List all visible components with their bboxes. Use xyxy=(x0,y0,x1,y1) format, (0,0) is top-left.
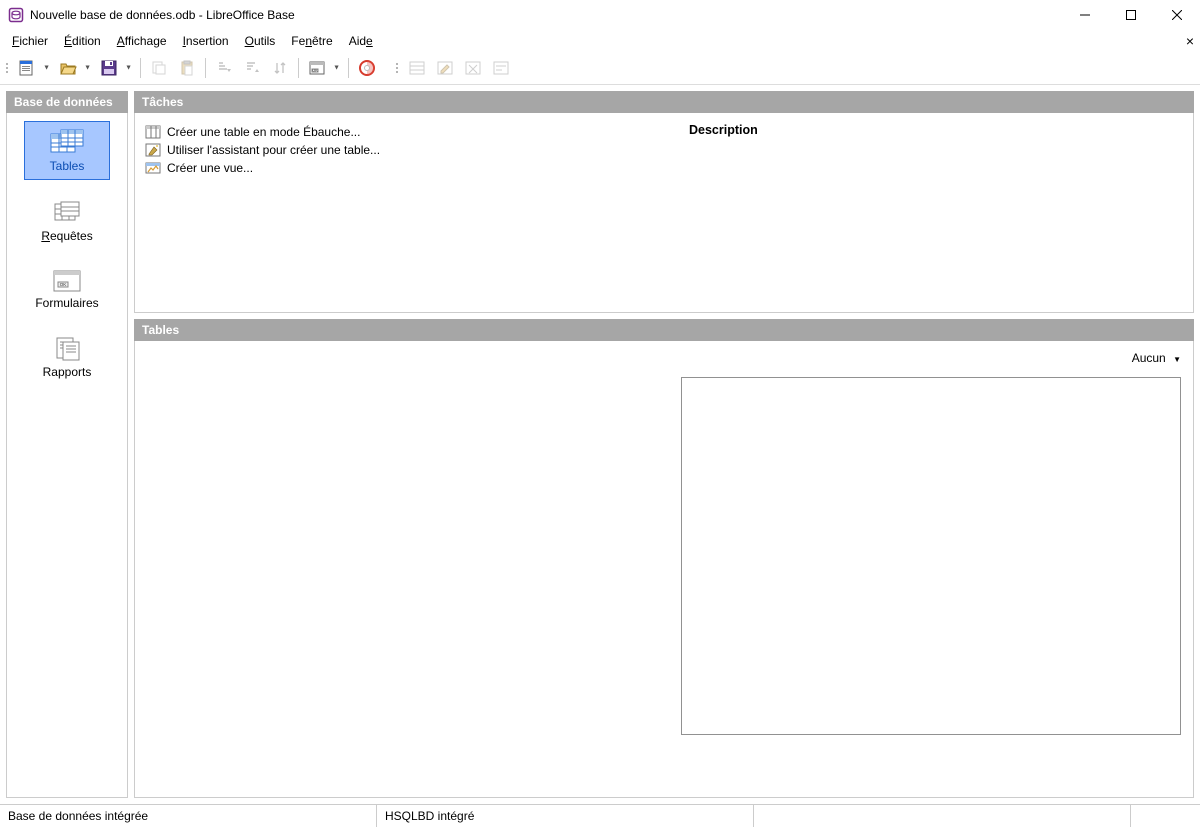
window-title: Nouvelle base de données.odb - LibreOffi… xyxy=(30,8,295,22)
status-empty xyxy=(754,805,1131,827)
table-design-icon xyxy=(145,124,161,140)
toolbar-grip-icon xyxy=(396,58,400,78)
menu-view[interactable]: Affichage xyxy=(109,32,175,50)
window-minimize-button[interactable] xyxy=(1062,0,1108,30)
window-maximize-button[interactable] xyxy=(1108,0,1154,30)
dropdown-arrow-icon: ▼ xyxy=(1173,355,1181,364)
sort-button[interactable] xyxy=(267,55,293,81)
document-close-button[interactable]: × xyxy=(1186,34,1194,48)
dropdown-arrow-icon: ▼ xyxy=(43,65,50,72)
tables-panel: Tables Aucun ▼ xyxy=(134,319,1194,798)
save-button[interactable]: ▼ xyxy=(96,55,135,81)
form-button[interactable]: OK ▼ xyxy=(304,55,343,81)
database-sidebar: Base de données Tables xyxy=(6,91,128,798)
reports-icon xyxy=(53,336,81,362)
new-table-button[interactable] xyxy=(404,55,430,81)
edit-button[interactable] xyxy=(432,55,458,81)
delete-button[interactable] xyxy=(460,55,486,81)
tasks-header: Tâches xyxy=(134,91,1194,113)
queries-icon xyxy=(51,200,83,226)
sidebar-item-label: Requêtes xyxy=(41,229,92,243)
svg-text:OK: OK xyxy=(312,68,318,73)
tasks-panel: Tâches Créer une table en mode Ébauche..… xyxy=(134,91,1194,313)
preview-mode-label: Aucun xyxy=(1132,351,1166,365)
task-create-table-design[interactable]: Créer une table en mode Ébauche... xyxy=(145,123,665,141)
help-button[interactable] xyxy=(354,55,380,81)
tables-icon xyxy=(49,128,85,156)
new-button[interactable]: ▼ xyxy=(14,55,53,81)
menu-help[interactable]: Aide xyxy=(341,32,381,50)
view-icon xyxy=(145,160,161,176)
window-close-button[interactable] xyxy=(1154,0,1200,30)
task-label: Créer une table en mode Ébauche... xyxy=(167,125,360,139)
toolbar: ▼ ▼ ▼ OK ▼ xyxy=(0,52,1200,85)
menu-edit[interactable]: Édition xyxy=(56,32,109,50)
menu-window[interactable]: Fenêtre xyxy=(283,32,340,50)
rename-button[interactable] xyxy=(488,55,514,81)
toolbar-grip-icon xyxy=(6,58,10,78)
preview-area xyxy=(681,377,1181,735)
task-create-table-wizard[interactable]: Utiliser l'assistant pour créer une tabl… xyxy=(145,141,665,159)
sort-asc-button[interactable] xyxy=(211,55,237,81)
sidebar-header: Base de données xyxy=(6,91,128,113)
dropdown-arrow-icon: ▼ xyxy=(84,65,91,72)
forms-icon: OK xyxy=(52,269,82,293)
sidebar-item-label: Formulaires xyxy=(35,296,98,310)
sidebar-item-label: Rapports xyxy=(43,365,92,379)
status-db-type: Base de données intégrée xyxy=(0,805,377,827)
dropdown-arrow-icon: ▼ xyxy=(125,65,132,72)
menu-file[interactable]: Fichier xyxy=(4,32,56,50)
task-label: Créer une vue... xyxy=(167,161,253,175)
sidebar-item-label: Tables xyxy=(50,159,85,173)
paste-button[interactable] xyxy=(174,55,200,81)
sidebar-item-queries[interactable]: Requêtes xyxy=(25,194,109,249)
open-button[interactable]: ▼ xyxy=(55,55,94,81)
svg-text:OK: OK xyxy=(60,282,67,287)
menu-bar: FichierÉditionAffichageInsertionOutilsFe… xyxy=(0,30,1200,52)
menu-tools[interactable]: Outils xyxy=(237,32,284,50)
sidebar-item-forms[interactable]: OK Formulaires xyxy=(25,263,109,316)
wizard-icon xyxy=(145,142,161,158)
menu-insert[interactable]: Insertion xyxy=(175,32,237,50)
app-icon xyxy=(8,7,24,23)
title-bar: Nouvelle base de données.odb - LibreOffi… xyxy=(0,0,1200,30)
tables-list[interactable] xyxy=(135,341,669,797)
tables-header: Tables xyxy=(134,319,1194,341)
dropdown-arrow-icon: ▼ xyxy=(333,65,340,72)
sidebar-item-reports[interactable]: Rapports xyxy=(25,330,109,385)
sidebar-item-tables[interactable]: Tables xyxy=(24,121,110,180)
status-engine: HSQLBD intégré xyxy=(377,805,754,827)
description-header: Description xyxy=(689,123,1179,137)
copy-button[interactable] xyxy=(146,55,172,81)
preview-mode-dropdown[interactable]: Aucun ▼ xyxy=(1132,351,1181,365)
status-bar: Base de données intégrée HSQLBD intégré xyxy=(0,804,1200,827)
task-label: Utiliser l'assistant pour créer une tabl… xyxy=(167,143,380,157)
task-create-view[interactable]: Créer une vue... xyxy=(145,159,665,177)
sort-desc-button[interactable] xyxy=(239,55,265,81)
